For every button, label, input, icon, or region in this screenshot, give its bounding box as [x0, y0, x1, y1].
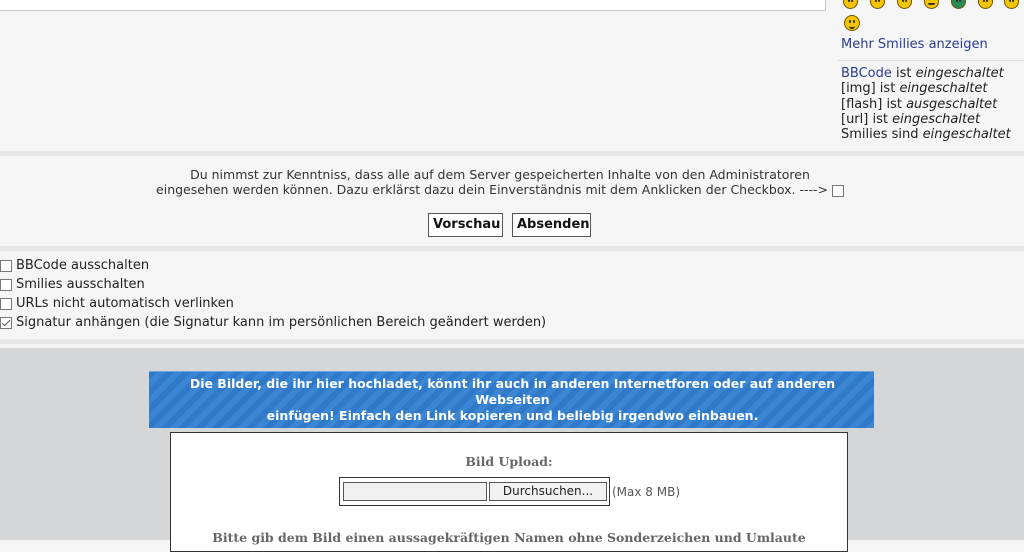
- flash-status: [flash] ist ausgeschaltet: [841, 97, 997, 112]
- section-divider: [0, 246, 1024, 251]
- disable-smilies-checkbox[interactable]: [0, 278, 12, 291]
- option-label: URLs nicht automatisch verlinken: [16, 296, 234, 311]
- submit-button[interactable]: Absenden: [512, 213, 591, 237]
- attach-signature-checkbox[interactable]: [0, 316, 12, 329]
- disable-bbcode-checkbox[interactable]: [0, 259, 12, 272]
- option-no-autolink[interactable]: URLs nicht automatisch verlinken: [0, 296, 234, 311]
- bbcode-status: BBCode ist eingeschaltet: [841, 66, 1004, 81]
- bbcode-status-state: eingeschaltet: [915, 66, 1004, 81]
- option-label: Signatur anhängen (die Signatur kann im …: [16, 315, 547, 330]
- max-size-note: (Max 8 MB): [612, 485, 681, 499]
- bbcode-status-text: ist: [896, 66, 912, 81]
- info-banner-line-2: einfügen! Einfach den Link kopieren und …: [266, 408, 759, 423]
- section-divider: [0, 151, 1024, 156]
- smilies-status-state: eingeschaltet: [922, 127, 1011, 142]
- terms-notice: Du nimmst zur Kenntniss, dass alle auf d…: [150, 167, 850, 197]
- smilies-status-text: Smilies sind: [841, 127, 919, 142]
- smilie-cool-icon[interactable]: [1004, 0, 1019, 9]
- option-label: Smilies ausschalten: [16, 277, 145, 292]
- smilie-shock-icon[interactable]: [951, 0, 966, 9]
- sidebar-divider: [838, 60, 1024, 61]
- img-status-state: eingeschaltet: [899, 81, 988, 96]
- smilie-eek-icon[interactable]: [978, 0, 993, 9]
- terms-line-2: eingesehen werden können. Dazu erklärst …: [156, 182, 828, 197]
- info-banner-line-1: Die Bilder, die ihr hier hochladet, könn…: [189, 376, 836, 407]
- smilie-neutral-icon[interactable]: [924, 0, 939, 9]
- smilie-idea-icon[interactable]: [870, 0, 885, 9]
- smilie-question-icon[interactable]: [897, 0, 912, 9]
- no-autolink-checkbox[interactable]: [0, 297, 12, 310]
- img-status: [img] ist eingeschaltet: [841, 81, 987, 96]
- bbcode-link[interactable]: BBCode: [841, 66, 892, 81]
- preview-button[interactable]: Vorschau: [428, 213, 503, 237]
- img-status-text: [img] ist: [841, 81, 896, 96]
- url-status: [url] ist eingeschaltet: [841, 112, 980, 127]
- option-disable-smilies[interactable]: Smilies ausschalten: [0, 277, 145, 292]
- option-disable-bbcode[interactable]: BBCode ausschalten: [0, 258, 149, 273]
- info-banner-text: Die Bilder, die ihr hier hochladet, könn…: [160, 376, 865, 424]
- section-divider: [0, 339, 1024, 344]
- upload-hint: Bitte gib dem Bild einen aussagekräftige…: [212, 530, 806, 545]
- more-smilies-link[interactable]: Mehr Smilies anzeigen: [841, 37, 988, 52]
- smilie-row: [843, 0, 1024, 9]
- flash-status-text: [flash] ist: [841, 97, 902, 112]
- smilie-exclaim-icon[interactable]: [843, 0, 858, 9]
- url-status-state: eingeschaltet: [892, 112, 981, 127]
- terms-line-1: Du nimmst zur Kenntniss, dass alle auf d…: [190, 167, 810, 182]
- smilie-smile-icon[interactable]: [844, 15, 860, 31]
- smilies-status: Smilies sind eingeschaltet: [841, 127, 1011, 142]
- browse-button[interactable]: Durchsuchen...: [489, 482, 607, 501]
- option-label: BBCode ausschalten: [16, 258, 150, 273]
- terms-accept-checkbox[interactable]: [831, 184, 844, 197]
- upload-label: Bild Upload:: [465, 454, 553, 469]
- file-path-field[interactable]: [343, 482, 487, 501]
- url-status-text: [url] ist: [841, 112, 888, 127]
- message-textarea[interactable]: [0, 0, 826, 11]
- option-attach-signature[interactable]: Signatur anhängen (die Signatur kann im …: [0, 315, 546, 330]
- flash-status-state: ausgeschaltet: [906, 97, 998, 112]
